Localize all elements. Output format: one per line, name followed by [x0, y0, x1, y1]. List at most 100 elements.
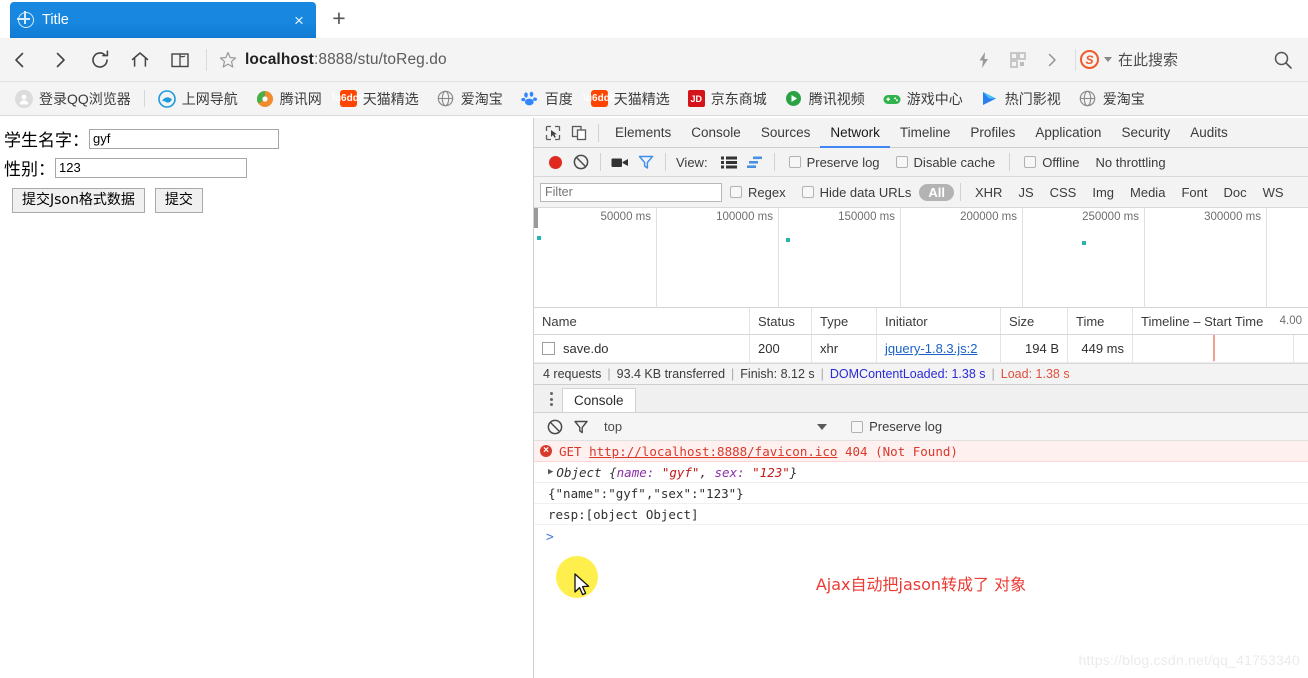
filter-type-font[interactable]: Font — [1173, 185, 1215, 200]
object-value-name: "gyf" — [661, 464, 700, 480]
column-status[interactable]: Status — [750, 308, 812, 334]
bookmark-item[interactable]: 腾讯网 — [247, 89, 331, 109]
offline-checkbox[interactable]: Offline — [1016, 155, 1087, 170]
bookmark-item[interactable]: JD 京东商城 — [679, 89, 776, 109]
tab-console[interactable]: Console — [681, 118, 751, 148]
list-view-icon[interactable] — [716, 149, 742, 175]
qrcode-icon[interactable] — [1001, 40, 1035, 80]
table-row[interactable]: save.do 200 xhr jquery-1.8.3.js:2 194 B … — [534, 335, 1308, 363]
filter-type-ws[interactable]: WS — [1255, 185, 1292, 200]
search-engine-icon[interactable]: S — [1079, 50, 1099, 69]
tab-audits[interactable]: Audits — [1180, 118, 1238, 148]
console-preserve-log-checkbox[interactable]: Preserve log — [843, 419, 950, 434]
filter-type-img[interactable]: Img — [1084, 185, 1122, 200]
device-toolbar-icon[interactable] — [566, 120, 592, 146]
console-prompt[interactable]: > — [534, 525, 1308, 549]
search-input[interactable]: 在此搜索 — [1118, 49, 1178, 70]
tab-profiles[interactable]: Profiles — [960, 118, 1025, 148]
error-url[interactable]: http://localhost:8888/favicon.ico — [589, 444, 837, 459]
reading-list-icon[interactable] — [160, 40, 200, 80]
filter-type-all[interactable]: All — [919, 183, 954, 201]
more-options-icon[interactable] — [540, 386, 562, 412]
tab-network[interactable]: Network — [820, 118, 890, 148]
regex-checkbox[interactable]: Regex — [722, 185, 794, 200]
camera-icon[interactable] — [607, 149, 633, 175]
bookmark-item[interactable]: \u6dd8 天猫精选 — [331, 89, 428, 109]
console-line-error[interactable]: GET http://localhost:8888/favicon.ico 40… — [534, 441, 1308, 462]
row-checkbox[interactable] — [542, 342, 555, 355]
bookmark-item[interactable]: 爱淘宝 — [428, 89, 512, 109]
sex-input[interactable] — [55, 157, 247, 178]
funnel-icon[interactable] — [633, 149, 659, 175]
forward-icon[interactable] — [40, 40, 80, 80]
clear-icon[interactable] — [568, 149, 594, 175]
column-initiator[interactable]: Initiator — [877, 308, 1001, 334]
clear-console-icon[interactable] — [542, 414, 568, 440]
console-filter-icon[interactable] — [568, 414, 594, 440]
expand-triangle-icon[interactable]: ▶ — [548, 467, 553, 477]
console-line-json[interactable]: {"name":"gyf","sex":"123"} — [534, 483, 1308, 504]
console-line-object[interactable]: ▶ Object { name: "gyf" , sex: "123" } — [534, 462, 1308, 483]
submit-json-button[interactable]: 提交Json格式数据 — [12, 188, 145, 213]
column-name[interactable]: Name — [534, 308, 750, 334]
disable-cache-checkbox[interactable]: Disable cache — [888, 155, 1004, 170]
filter-type-doc[interactable]: Doc — [1215, 185, 1254, 200]
checkbox-box — [801, 186, 814, 198]
network-overview[interactable]: 50000 ms 100000 ms 150000 ms 200000 ms 2… — [534, 208, 1308, 308]
chevron-right-icon[interactable] — [1035, 40, 1069, 80]
home-icon[interactable] — [120, 40, 160, 80]
submit-button[interactable]: 提交 — [154, 188, 203, 213]
filter-input[interactable] — [540, 182, 722, 202]
chevron-down-icon[interactable] — [1103, 57, 1112, 62]
search-icon[interactable] — [1266, 40, 1300, 80]
bookmark-item[interactable]: 游戏中心 — [874, 89, 972, 109]
preserve-log-checkbox[interactable]: Preserve log — [781, 155, 888, 170]
close-icon[interactable]: × — [290, 12, 308, 29]
bookmark-item[interactable]: 热门影视 — [972, 89, 1070, 109]
tab-security[interactable]: Security — [1111, 118, 1180, 148]
tab-timeline[interactable]: Timeline — [890, 118, 961, 148]
url-path: :8888/stu/toReg.do — [313, 50, 447, 68]
column-time[interactable]: Time — [1068, 308, 1133, 334]
jd-icon: JD — [687, 90, 705, 107]
bookmark-item[interactable]: 爱淘宝 — [1070, 89, 1154, 109]
bookmark-item[interactable]: 腾讯视频 — [776, 89, 874, 109]
divider — [773, 153, 775, 171]
filter-type-media[interactable]: Media — [1122, 185, 1173, 200]
bookmark-label: 登录QQ浏览器 — [39, 90, 131, 107]
address-bar[interactable]: localhost:8888/stu/toReg.do — [245, 51, 967, 69]
filter-type-css[interactable]: CSS — [1042, 185, 1085, 200]
bookmark-item[interactable]: \u6dd8 天猫精选 — [582, 89, 679, 109]
column-type[interactable]: Type — [812, 308, 877, 334]
console-context-select[interactable]: top — [604, 419, 622, 434]
column-size[interactable]: Size — [1001, 308, 1068, 334]
column-timeline[interactable]: Timeline – Start Time 4.00 — [1133, 308, 1308, 334]
bookmark-star-icon[interactable] — [211, 50, 245, 70]
new-tab-button[interactable]: + — [328, 7, 350, 30]
reload-icon[interactable] — [80, 40, 120, 80]
console-line-resp[interactable]: resp:[object Object] — [534, 504, 1308, 525]
hide-data-urls-checkbox[interactable]: Hide data URLs — [794, 185, 920, 200]
bookmark-item[interactable]: 百度 — [512, 89, 582, 109]
back-icon[interactable] — [0, 40, 40, 80]
waterfall-view-icon[interactable] — [742, 149, 768, 175]
student-name-input[interactable] — [89, 128, 279, 149]
tab-elements[interactable]: Elements — [605, 118, 681, 148]
throttling-select[interactable]: No throttling — [1088, 155, 1174, 170]
lightning-icon[interactable] — [967, 40, 1001, 80]
tab-application[interactable]: Application — [1025, 118, 1111, 148]
bookmark-item[interactable]: 登录QQ浏览器 — [6, 89, 140, 109]
drawer-tab-console[interactable]: Console — [562, 388, 636, 412]
bookmark-item[interactable]: 上网导航 — [149, 89, 247, 109]
chevron-down-icon[interactable] — [817, 423, 828, 430]
record-icon[interactable] — [542, 149, 568, 175]
watermark: https://blog.csdn.net/qq_41753340 — [1078, 652, 1300, 668]
filter-type-xhr[interactable]: XHR — [967, 185, 1010, 200]
error-status: 404 — [845, 443, 868, 459]
filter-type-js[interactable]: JS — [1010, 185, 1041, 200]
annotation-text: Ajax自动把jason转成了 对象 — [815, 575, 1027, 594]
inspect-element-icon[interactable] — [540, 120, 566, 146]
browser-tab[interactable]: Title × — [10, 2, 316, 38]
tab-sources[interactable]: Sources — [751, 118, 821, 148]
initiator-link[interactable]: jquery-1.8.3.js:2 — [885, 341, 978, 356]
